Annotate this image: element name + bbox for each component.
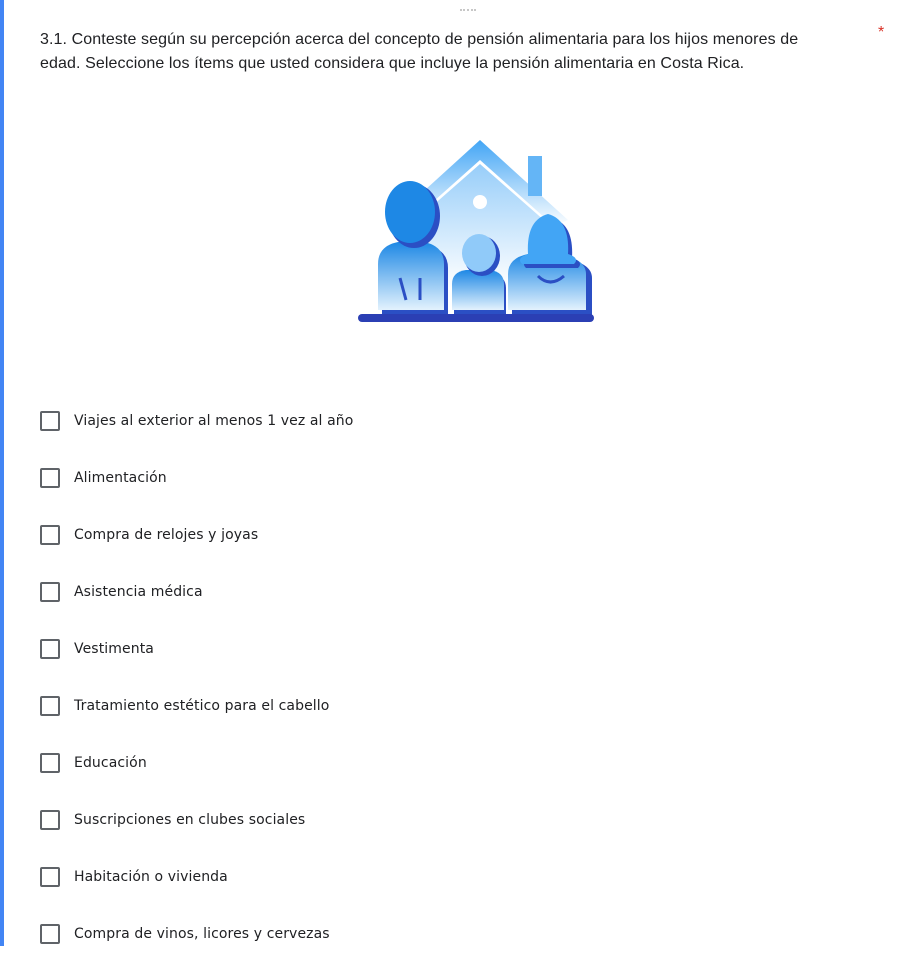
checkbox[interactable] [40,809,60,830]
question-card: 3.1. Conteste según su percepción acerca… [0,0,903,946]
checkbox[interactable] [40,923,60,944]
option-item[interactable]: Habitación o vivienda [40,848,860,905]
checkbox[interactable] [40,866,60,887]
option-item[interactable]: Suscripciones en clubes sociales [40,791,860,848]
option-label: Viajes al exterior al menos 1 vez al año [74,412,354,429]
option-item[interactable]: Compra de relojes y joyas [40,506,860,563]
checkbox[interactable] [40,695,60,716]
question-title: 3.1. Conteste según su percepción acerca… [40,31,799,72]
option-label: Tratamiento estético para el cabello [74,697,330,714]
required-marker: * [878,24,885,41]
option-label: Alimentación [74,469,167,486]
checkbox[interactable] [40,581,60,602]
checkbox[interactable] [40,410,60,431]
drag-handle[interactable] [460,9,476,14]
family-house-icon [358,140,594,322]
option-label: Habitación o vivienda [74,868,228,885]
option-label: Asistencia médica [74,583,203,600]
option-label: Compra de relojes y joyas [74,526,259,543]
option-item[interactable]: Tratamiento estético para el cabello [40,677,860,734]
option-item[interactable]: Viajes al exterior al menos 1 vez al año [40,392,860,449]
option-item[interactable]: Educación [40,734,860,791]
option-label: Suscripciones en clubes sociales [74,811,306,828]
option-label: Educación [74,754,147,771]
option-item[interactable]: Compra de vinos, licores y cervezas [40,905,860,962]
option-item[interactable]: Alimentación [40,449,860,506]
checkbox[interactable] [40,524,60,545]
checkbox[interactable] [40,752,60,773]
option-label: Compra de vinos, licores y cervezas [74,925,330,942]
checkbox[interactable] [40,638,60,659]
option-label: Vestimenta [74,640,154,657]
option-item[interactable]: Asistencia médica [40,563,860,620]
checkbox[interactable] [40,467,60,488]
options-list: Viajes al exterior al menos 1 vez al año… [40,392,860,962]
option-item[interactable]: Vestimenta [40,620,860,677]
